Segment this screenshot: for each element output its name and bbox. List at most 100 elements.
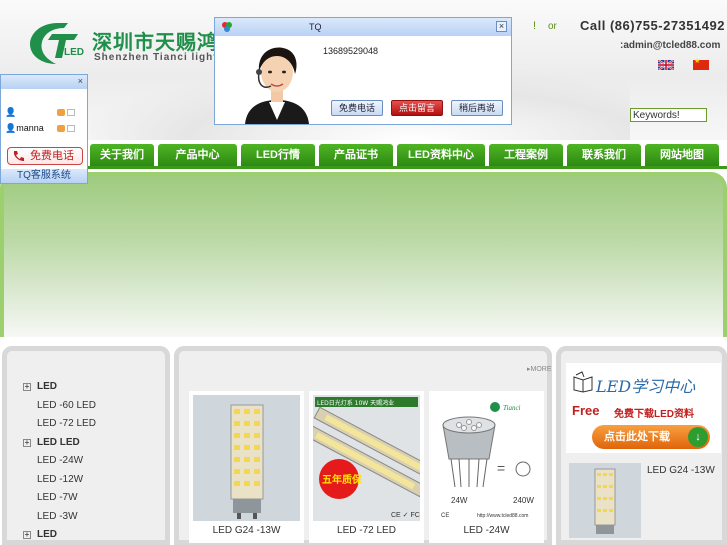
service-user-row[interactable]: 👤manna [5,123,44,134]
nav-led-market[interactable]: LED行情 [241,144,315,166]
led-tube-image[interactable]: LED日光灯系 10W 天赐鸿业 五年质保 CE ✓ FC [313,395,420,521]
product-caption[interactable]: LED -72 LED [309,525,424,536]
nav-products[interactable]: 产品中心 [158,144,237,166]
cn-flag-icon[interactable] [693,57,709,70]
product-caption[interactable]: LED G24 -13W [189,525,304,536]
category-label: LED -3W [37,510,78,522]
chat-icon[interactable] [57,109,65,116]
tq-title: TQ [309,22,322,32]
uk-flag-icon[interactable] [658,60,674,70]
tq-side-widget: × 👤 👤manna 免费电话 TQ客服系统 [0,74,88,184]
call-number: Call (86)755-27351492 [580,18,725,33]
chat-icon[interactable] [57,125,65,132]
book-icon [573,371,593,393]
category-item[interactable]: LED -60 LED [17,400,96,419]
url-text: http://www.tcled88.com [477,513,528,519]
service-user-row[interactable]: 👤 [5,107,16,118]
category-item[interactable]: LED -7W [17,492,96,511]
nav-projects[interactable]: 工程案例 [489,144,563,166]
side-widget-titlebar[interactable]: × [1,75,87,89]
logo-badge-text: LED [64,47,84,58]
category-label: LED [37,529,57,540]
category-item[interactable]: + LED LED [17,437,96,456]
user-icon: 👤 [5,107,17,117]
category-item[interactable]: LED -72 LED [17,418,96,437]
warranty-badge-text: 五年质保 [322,473,363,486]
main-nav: 关于我们 产品中心 LED行情 产品证书 LED资料中心 工程案例 联系我们 网… [90,144,727,166]
lang-or-text: or [548,21,557,32]
g24-lamp-image[interactable] [193,395,300,521]
keyword-search-input[interactable] [630,108,707,122]
nav-sitemap[interactable]: 网站地图 [645,144,719,166]
brand-text: Tianci [503,404,521,412]
learning-panel: LED学习中心 Free 免费下载LED资料 点击此处下载 ↓ LED G24 … [556,346,727,545]
tq-qq-number: 13689529048 [323,46,379,56]
svg-text:CE: CE [441,513,449,519]
product-card[interactable]: LED G24 -13W [189,391,304,543]
side-product-caption[interactable]: LED G24 -13W [647,465,715,476]
download-button-label: 点击此处下载 [604,431,670,443]
arrow-down-icon: ↓ [688,427,708,447]
category-label: LED [37,381,57,392]
category-item[interactable]: LED -12W [17,474,96,493]
category-label: LED LED [37,436,80,448]
expand-plus-icon[interactable]: + [23,531,31,539]
nav-led-resources[interactable]: LED资料中心 [397,144,485,166]
leave-message-button[interactable]: 点击留言 [391,100,443,116]
hero-banner [0,172,727,337]
expand-plus-icon[interactable]: + [23,438,31,447]
g24-lamp-thumb[interactable] [569,463,641,538]
category-item[interactable]: + LED [17,529,96,545]
message-icon[interactable] [67,109,75,116]
nav-about[interactable]: 关于我们 [90,144,154,166]
category-label: LED -60 LED [37,399,96,411]
category-label: LED -12W [37,473,84,485]
product-card[interactable]: Tianci = 24W 240W CE http://www.tcled88.… [429,391,544,543]
category-list: + LED LED -60 LED LED -72 LED + LED LED LE… [17,381,96,545]
learning-center-banner[interactable]: LED学习中心 Free 免费下载LED资料 点击此处下载 ↓ [566,363,721,453]
free-download-text: 免费下载LED资料 [614,409,694,420]
close-icon[interactable]: × [496,21,507,32]
user-icon: 👤 [5,123,17,133]
free-label: Free [572,403,600,418]
later-button[interactable]: 稍后再说 [451,100,503,116]
phone-icon [13,151,24,161]
tq-chat-popup: TQ × 13689529048 免费电话 点击留言 稍后再说 [214,17,512,125]
expand-plus-icon[interactable]: + [23,383,31,391]
download-button[interactable]: 点击此处下载 ↓ [592,425,710,449]
tq-titlebar[interactable]: TQ × [215,18,511,36]
tq-logo-icon [222,22,232,32]
product-panel: ▸MORE LED G24 -13W LED日光灯系 10W 天赐鸿业 五年质保… [174,346,552,545]
message-icon[interactable] [67,125,75,132]
close-icon[interactable]: × [78,76,83,86]
category-item[interactable]: + LED [17,381,96,400]
more-label: MORE [530,366,552,373]
tube-tag-text: LED日光灯系 10W 天赐鸿业 [317,399,394,407]
nav-contact[interactable]: 联系我们 [567,144,641,166]
watt-b-text: 240W [513,496,534,505]
category-label: LED -72 LED [37,418,96,429]
category-panel: + LED LED -60 LED LED -72 LED + LED LED LE… [2,346,170,545]
free-call-button[interactable]: 免费电话 [331,100,383,116]
more-link[interactable]: ▸MORE [527,365,552,373]
product-card[interactable]: LED日光灯系 10W 天赐鸿业 五年质保 CE ✓ FC LED -72 LE… [309,391,424,543]
nav-underline [0,166,727,169]
nav-certificates[interactable]: 产品证书 [319,144,393,166]
category-item[interactable]: LED -3W [17,511,96,530]
side-free-call-button[interactable]: 免费电话 [7,147,83,165]
svg-text:=: = [497,460,505,476]
svg-text:CE ✓ FC: CE ✓ FC [391,512,420,519]
category-item[interactable]: LED -24W [17,455,96,474]
category-label: LED -24W [37,455,84,466]
watt-a-text: 24W [451,496,468,505]
tq-system-label[interactable]: TQ客服系统 [1,169,87,183]
downlight-image[interactable]: Tianci = 24W 240W CE http://www.tcled88.… [433,395,540,521]
contact-email[interactable]: :admin@tcled88.com [620,40,720,51]
side-call-label: 免费电话 [30,150,74,162]
product-caption[interactable]: LED -24W [429,525,544,536]
service-agent-avatar [245,47,309,124]
lang-marker: ! [533,20,537,32]
user-name: manna [16,123,44,133]
category-label: LED -7W [37,492,78,503]
tc-logo-icon[interactable]: LED [28,20,88,66]
